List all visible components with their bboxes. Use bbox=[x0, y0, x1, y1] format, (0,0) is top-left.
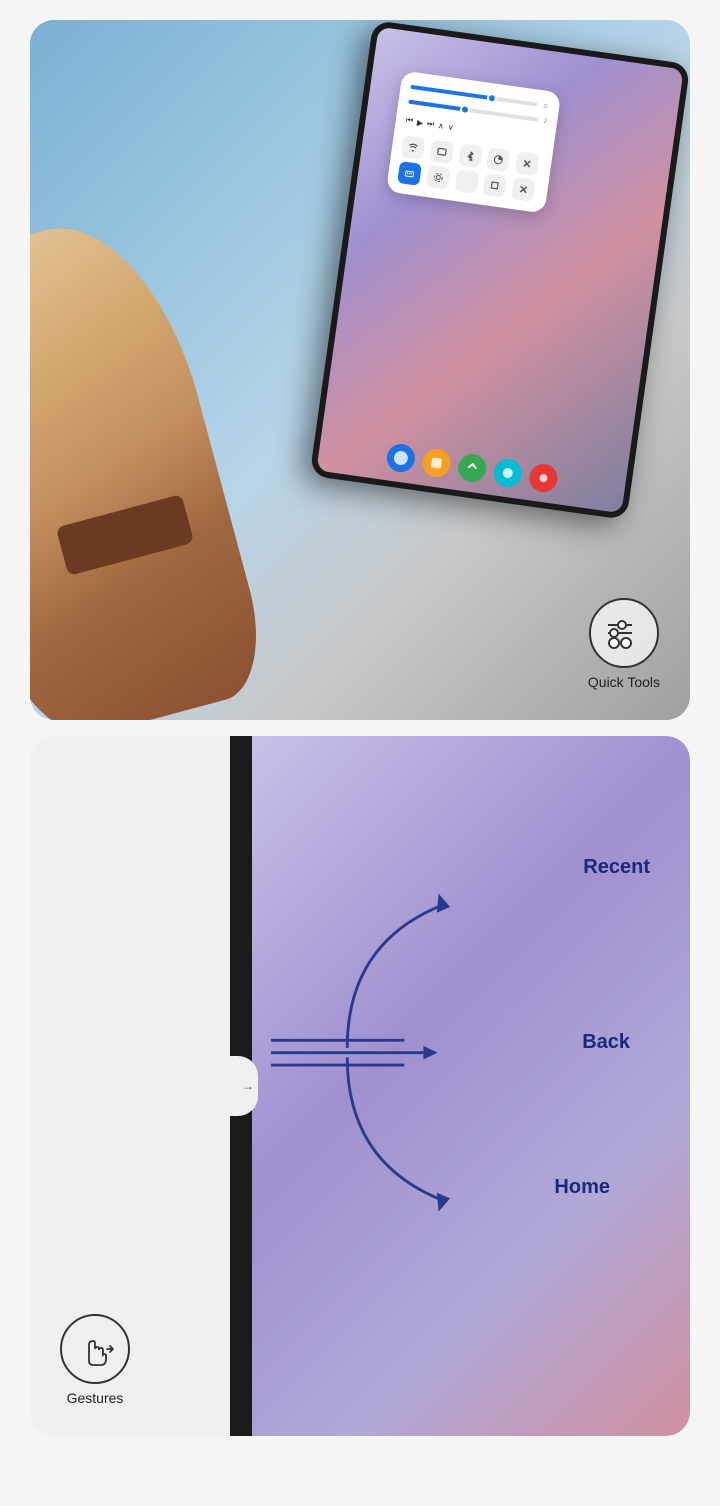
tablet-edge: → bbox=[230, 736, 252, 1436]
gestures-svg-icon bbox=[73, 1327, 117, 1371]
edge-arrow-icon: → bbox=[242, 1079, 254, 1093]
card2-inner: Gestures → bbox=[30, 736, 690, 1436]
grid-icon-wifi bbox=[401, 135, 426, 160]
quick-tools-badge: Quick Tools bbox=[588, 598, 660, 690]
down-icon: ∨ bbox=[447, 122, 454, 132]
quick-tools-card: ☼ ♪ ⏮ ▶ ⏭ ∧ bbox=[30, 20, 690, 720]
dock-icon-5 bbox=[528, 462, 560, 494]
quick-tools-panel: ☼ ♪ ⏮ ▶ ⏭ ∧ bbox=[386, 71, 561, 214]
recent-label: Recent bbox=[583, 856, 650, 879]
grid-icon-dark bbox=[454, 169, 479, 194]
arm-shape bbox=[30, 203, 276, 720]
grid-icon-screen bbox=[429, 139, 454, 164]
grid-icon-keyboard bbox=[397, 161, 422, 186]
edge-cutout: → bbox=[230, 1056, 258, 1116]
grid-icon-bluetooth bbox=[458, 143, 483, 168]
grid-icon-close1 bbox=[515, 151, 540, 176]
gesture-arrows-svg bbox=[252, 736, 690, 1436]
tablet-device: ☼ ♪ ⏮ ▶ ⏭ ∧ bbox=[310, 20, 690, 520]
quick-tools-text-label: Quick Tools bbox=[588, 674, 660, 690]
next-icon: ⏭ bbox=[426, 118, 435, 129]
left-white-panel: Gestures bbox=[30, 736, 230, 1436]
dock-icon-3 bbox=[456, 452, 488, 484]
brightness-fill bbox=[410, 84, 493, 100]
tablet-screen: ☼ ♪ ⏮ ▶ ⏭ ∧ bbox=[316, 27, 683, 514]
back-label: Back bbox=[582, 1031, 630, 1054]
home-label: Home bbox=[554, 1176, 610, 1199]
volume-thumb bbox=[460, 103, 471, 114]
volume-icon: ♪ bbox=[543, 116, 548, 125]
up-icon: ∧ bbox=[438, 121, 445, 131]
gesture-screen: Recent Back Home bbox=[252, 736, 690, 1436]
dock-icon-2 bbox=[421, 447, 453, 479]
grid-icon-square bbox=[483, 173, 508, 198]
grid-icon-settings bbox=[426, 165, 451, 190]
brightness-thumb bbox=[486, 92, 497, 103]
gestures-card: Gestures → bbox=[30, 736, 690, 1436]
gestures-icon-circle bbox=[60, 1314, 130, 1384]
quick-tools-icon-circle bbox=[589, 598, 659, 668]
card1-background: ☼ ♪ ⏮ ▶ ⏭ ∧ bbox=[30, 20, 690, 720]
quick-tools-svg-icon bbox=[604, 617, 644, 649]
dock-icon-1 bbox=[385, 442, 417, 474]
grid-icon-close2 bbox=[511, 177, 536, 202]
grid-icon-signal bbox=[486, 147, 511, 172]
brightness-icon: ☼ bbox=[541, 100, 550, 110]
play-icon: ▶ bbox=[416, 118, 423, 128]
volume-fill bbox=[408, 99, 467, 111]
gestures-badge: Gestures bbox=[60, 1314, 130, 1406]
gestures-text-label: Gestures bbox=[67, 1390, 124, 1406]
prev-icon: ⏮ bbox=[405, 115, 414, 126]
dock-icon-4 bbox=[492, 457, 524, 489]
